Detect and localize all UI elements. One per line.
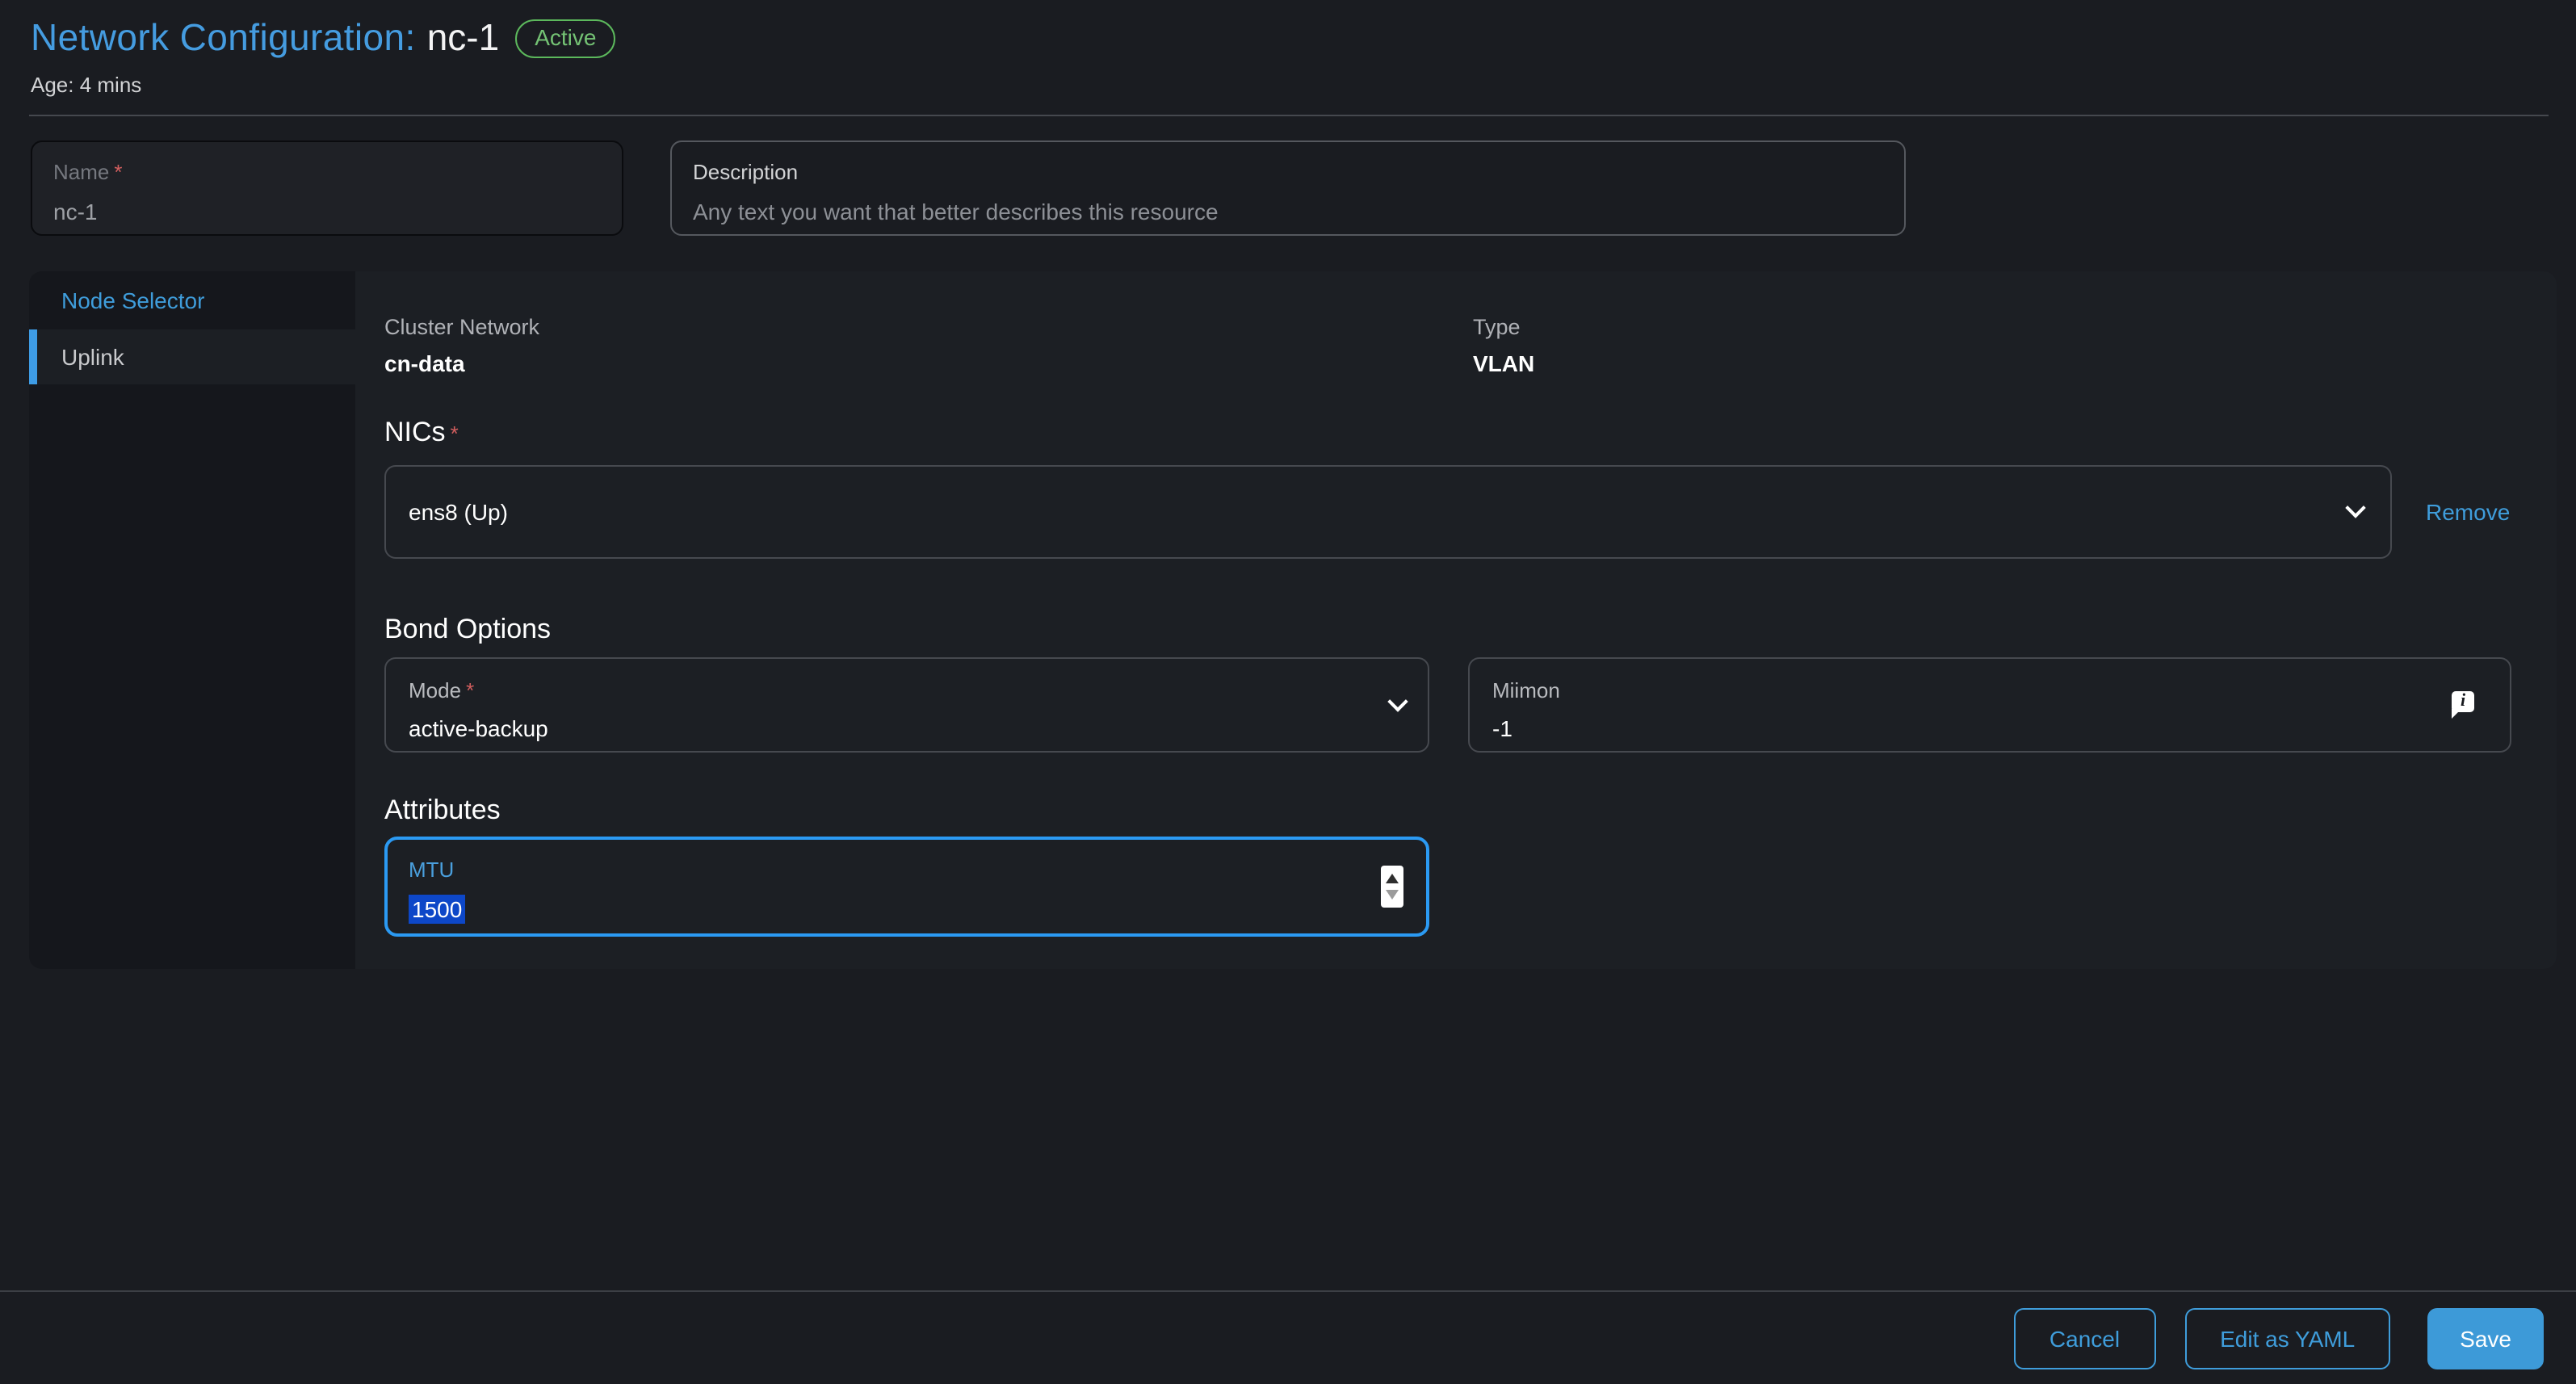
name-field[interactable]: Name* nc-1 (31, 140, 623, 236)
page-title: Network Configuration: (31, 15, 416, 59)
name-label: Name* (53, 160, 601, 184)
mtu-field[interactable]: MTU 1500 (384, 837, 1429, 937)
nics-select[interactable]: ens8 (Up) (384, 465, 2392, 559)
spinner-down-icon[interactable] (1386, 891, 1399, 900)
mtu-input[interactable]: 1500 (409, 895, 1405, 924)
type-value: VLAN (1473, 349, 2524, 378)
tab-uplink[interactable]: Uplink (29, 329, 355, 384)
save-button[interactable]: Save (2427, 1308, 2544, 1369)
header-divider (29, 115, 2549, 116)
tab-node-selector[interactable]: Node Selector (29, 271, 355, 329)
cluster-network-value: cn-data (384, 349, 1473, 378)
nics-selected-option: ens8 (Up) (409, 499, 508, 525)
cancel-button[interactable]: Cancel (2014, 1308, 2155, 1369)
detail-row: Cluster Network cn-data Type VLAN (384, 313, 2524, 378)
name-input[interactable]: nc-1 (53, 199, 601, 226)
age-label: Age: 4 mins (31, 73, 141, 97)
required-asterisk: * (466, 678, 474, 702)
edit-as-yaml-button[interactable]: Edit as YAML (2184, 1308, 2390, 1369)
cluster-network-group: Cluster Network cn-data (384, 313, 1473, 378)
type-group: Type VLAN (1473, 313, 2524, 378)
footer-divider (0, 1290, 2576, 1292)
uplink-panel: Cluster Network cn-data Type VLAN NICs* … (355, 271, 2557, 969)
bond-mode-select[interactable]: Mode* active-backup (384, 657, 1429, 753)
miimon-field[interactable]: Miimon -1 i (1468, 657, 2511, 753)
attributes-heading: Attributes (384, 791, 2524, 828)
page-header: Network Configuration: nc-1 Active (31, 10, 615, 65)
bond-mode-label: Mode* (409, 678, 1405, 702)
description-label: Description (693, 160, 1883, 184)
description-input[interactable]: Any text you want that better describes … (693, 199, 1883, 226)
network-configuration-page: Network Configuration: nc-1 Active Age: … (0, 0, 2576, 1384)
remove-nic-link[interactable]: Remove (2426, 499, 2510, 525)
required-asterisk: * (114, 160, 122, 184)
chevron-down-icon (2345, 497, 2365, 518)
footer-actions: Cancel Edit as YAML Save (2014, 1308, 2544, 1369)
spinner-up-icon[interactable] (1386, 873, 1399, 883)
type-label: Type (1473, 313, 2524, 341)
info-tooltip-icon[interactable]: i (2452, 690, 2474, 711)
number-spinner[interactable] (1381, 866, 1403, 908)
bond-options-heading: Bond Options (384, 610, 2524, 648)
resource-name: nc-1 (427, 15, 500, 59)
status-badge: Active (515, 19, 615, 58)
bond-mode-value: active-backup (409, 715, 1405, 743)
required-asterisk: * (451, 421, 459, 446)
description-field[interactable]: Description Any text you want that bette… (670, 140, 1906, 236)
miimon-input[interactable]: -1 (1492, 715, 2487, 743)
miimon-label: Miimon (1492, 678, 2487, 702)
bond-options-row: Mode* active-backup Miimon -1 i (384, 657, 2524, 753)
nics-row: ens8 (Up) Remove (384, 465, 2524, 559)
cluster-network-label: Cluster Network (384, 313, 1473, 341)
nics-heading: NICs* (384, 413, 2524, 452)
mtu-label: MTU (409, 858, 1405, 883)
section-tabs: Node Selector Uplink (29, 271, 355, 969)
uplink-card: Node Selector Uplink Cluster Network cn-… (29, 271, 2557, 969)
mtu-selected-text: 1500 (409, 895, 465, 924)
